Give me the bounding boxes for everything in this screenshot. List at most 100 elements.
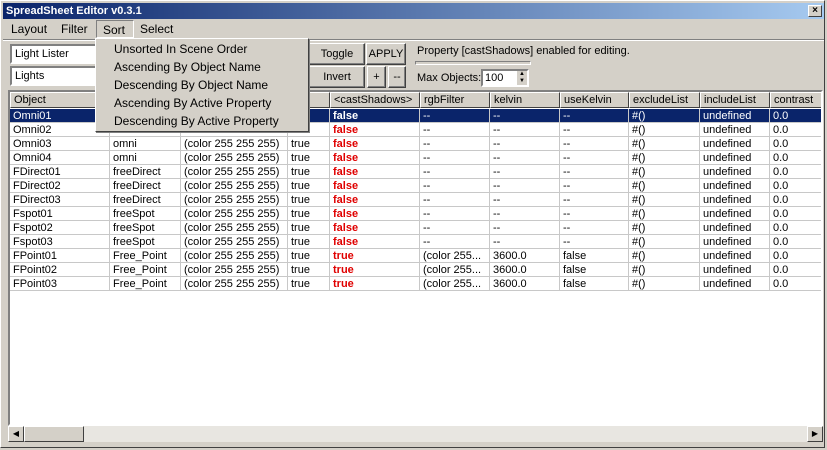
table-cell[interactable]: --: [560, 193, 629, 207]
table-cell[interactable]: (color 255 255 255): [181, 165, 288, 179]
column-header[interactable]: contrast: [770, 92, 821, 108]
table-cell[interactable]: --: [420, 193, 490, 207]
table-cell[interactable]: FDirect01: [10, 165, 110, 179]
table-cell[interactable]: --: [420, 207, 490, 221]
scroll-thumb[interactable]: [24, 426, 84, 442]
table-cell[interactable]: --: [490, 221, 560, 235]
table-cell[interactable]: true: [288, 235, 330, 249]
table-cell[interactable]: freeDirect: [110, 165, 181, 179]
max-objects-spinner[interactable]: 100 ▲ ▼: [481, 69, 529, 87]
table-cell[interactable]: --: [560, 165, 629, 179]
table-cell[interactable]: 0.0: [770, 221, 821, 235]
table-cell[interactable]: #(): [629, 123, 700, 137]
active-property-cell[interactable]: false: [330, 235, 420, 249]
table-row[interactable]: Omni04 omni (color 255 255 255) true false --…: [10, 151, 821, 165]
column-header[interactable]: <castShadows>: [330, 92, 420, 108]
table-cell[interactable]: --: [490, 165, 560, 179]
table-cell[interactable]: Free_Point: [110, 249, 181, 263]
table-cell[interactable]: #(): [629, 193, 700, 207]
table-cell[interactable]: Free_Point: [110, 277, 181, 291]
table-cell[interactable]: (color 255 255 255): [181, 193, 288, 207]
table-row[interactable]: FDirect02 freeDirect (color 255 255 255) tr…: [10, 179, 821, 193]
table-cell[interactable]: --: [560, 221, 629, 235]
table-cell[interactable]: FPoint03: [10, 277, 110, 291]
column-header[interactable]: includeList: [700, 92, 770, 108]
table-cell[interactable]: --: [490, 193, 560, 207]
table-cell[interactable]: #(): [629, 109, 700, 123]
table-cell[interactable]: 3600.0: [490, 277, 560, 291]
table-cell[interactable]: (color 255 255 255): [181, 207, 288, 221]
column-header[interactable]: excludeList: [629, 92, 700, 108]
table-row[interactable]: FPoint02 Free_Point (color 255 255 255) tru…: [10, 263, 821, 277]
table-cell[interactable]: Omni03: [10, 137, 110, 151]
table-cell[interactable]: undefined: [700, 165, 770, 179]
active-property-cell[interactable]: true: [330, 277, 420, 291]
table-cell[interactable]: Fspot03: [10, 235, 110, 249]
table-cell[interactable]: undefined: [700, 263, 770, 277]
table-cell[interactable]: omni: [110, 151, 181, 165]
invert-button[interactable]: Invert: [309, 66, 365, 88]
menu-sort[interactable]: Sort: [96, 20, 134, 38]
active-property-cell[interactable]: false: [330, 137, 420, 151]
table-cell[interactable]: (color 255...: [420, 263, 490, 277]
table-cell[interactable]: --: [490, 123, 560, 137]
table-cell[interactable]: #(): [629, 151, 700, 165]
table-cell[interactable]: (color 255...: [420, 277, 490, 291]
table-cell[interactable]: true: [288, 179, 330, 193]
table-cell[interactable]: undefined: [700, 277, 770, 291]
table-cell[interactable]: false: [560, 277, 629, 291]
table-cell[interactable]: (color 255 255 255): [181, 235, 288, 249]
plus-button[interactable]: +: [367, 66, 386, 88]
table-row[interactable]: FPoint01 Free_Point (color 255 255 255) tru…: [10, 249, 821, 263]
horizontal-scrollbar[interactable]: ◀ ▶: [8, 426, 823, 442]
table-cell[interactable]: --: [560, 109, 629, 123]
table-cell[interactable]: 0.0: [770, 165, 821, 179]
table-cell[interactable]: #(): [629, 221, 700, 235]
table-cell[interactable]: #(): [629, 249, 700, 263]
table-cell[interactable]: (color 255...: [420, 249, 490, 263]
table-cell[interactable]: 0.0: [770, 109, 821, 123]
column-header[interactable]: kelvin: [490, 92, 560, 108]
table-cell[interactable]: Fspot02: [10, 221, 110, 235]
active-property-cell[interactable]: false: [330, 179, 420, 193]
table-cell[interactable]: --: [490, 207, 560, 221]
table-cell[interactable]: #(): [629, 235, 700, 249]
table-cell[interactable]: true: [288, 277, 330, 291]
spreadsheet-grid[interactable]: Object <castShadows> rgbFilter kelvin useKel…: [8, 90, 823, 426]
table-cell[interactable]: 0.0: [770, 137, 821, 151]
active-property-cell[interactable]: false: [330, 207, 420, 221]
toggle-button[interactable]: Toggle: [309, 43, 365, 65]
table-row[interactable]: Fspot01 freeSpot (color 255 255 255) true fa…: [10, 207, 821, 221]
scroll-right-icon[interactable]: ▶: [807, 426, 823, 442]
table-cell[interactable]: 0.0: [770, 263, 821, 277]
table-cell[interactable]: --: [490, 109, 560, 123]
table-cell[interactable]: #(): [629, 179, 700, 193]
table-cell[interactable]: --: [490, 235, 560, 249]
table-cell[interactable]: --: [420, 123, 490, 137]
table-cell[interactable]: --: [420, 165, 490, 179]
table-cell[interactable]: undefined: [700, 249, 770, 263]
active-property-cell[interactable]: false: [330, 109, 420, 123]
table-cell[interactable]: 0.0: [770, 179, 821, 193]
table-cell[interactable]: Omni04: [10, 151, 110, 165]
table-cell[interactable]: FPoint01: [10, 249, 110, 263]
table-cell[interactable]: Fspot01: [10, 207, 110, 221]
table-cell[interactable]: FDirect02: [10, 179, 110, 193]
menu-filter[interactable]: Filter: [55, 20, 94, 38]
table-cell[interactable]: --: [560, 137, 629, 151]
sort-descending-property[interactable]: Descending By Active Property: [114, 112, 279, 130]
table-cell[interactable]: --: [420, 109, 490, 123]
table-cell[interactable]: #(): [629, 277, 700, 291]
active-property-cell[interactable]: false: [330, 221, 420, 235]
table-cell[interactable]: undefined: [700, 137, 770, 151]
table-cell[interactable]: 3600.0: [490, 263, 560, 277]
table-cell[interactable]: undefined: [700, 179, 770, 193]
table-cell[interactable]: FPoint02: [10, 263, 110, 277]
table-cell[interactable]: true: [288, 207, 330, 221]
table-row[interactable]: Omni03 omni (color 255 255 255) true false --…: [10, 137, 821, 151]
table-cell[interactable]: true: [288, 165, 330, 179]
table-cell[interactable]: true: [288, 151, 330, 165]
table-cell[interactable]: (color 255 255 255): [181, 249, 288, 263]
table-cell[interactable]: freeSpot: [110, 235, 181, 249]
table-cell[interactable]: --: [420, 179, 490, 193]
